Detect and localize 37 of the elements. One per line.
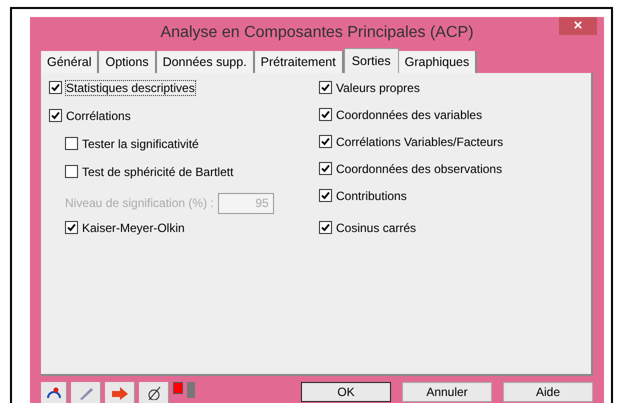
tab[interactable]: Sorties — [344, 48, 399, 73]
dialog-button[interactable]: Annuler — [402, 382, 492, 402]
tab[interactable]: Options — [99, 51, 157, 73]
checkbox[interactable] — [319, 135, 332, 148]
pencil-icon[interactable] — [71, 382, 101, 403]
checkbox[interactable] — [49, 109, 62, 122]
filter-icon[interactable] — [139, 382, 169, 403]
checkbox-label: Corrélations Variables/Facteurs — [336, 135, 504, 149]
checkbox-label: Test de sphéricité de Bartlett — [82, 165, 234, 179]
checkbox[interactable] — [319, 162, 332, 175]
checkbox[interactable] — [65, 137, 78, 150]
checkbox[interactable] — [65, 221, 78, 234]
checkbox[interactable] — [65, 165, 78, 178]
checkbox-label: Kaiser-Meyer-Olkin — [82, 221, 185, 235]
checkbox[interactable] — [319, 81, 332, 94]
checkbox[interactable] — [319, 108, 332, 121]
window-title: Analyse en Composantes Principales (ACP) — [160, 23, 474, 43]
checkbox-label: Cosinus carrés — [336, 221, 416, 235]
field-label: Niveau de signification (%) : — [65, 195, 214, 212]
checkbox[interactable] — [319, 221, 332, 234]
tab[interactable]: Prétraitement — [254, 51, 344, 73]
dialog-button[interactable]: Aide — [503, 382, 593, 402]
checkbox-label: Coordonnées des observations — [336, 162, 502, 176]
checkbox[interactable] — [49, 81, 62, 94]
tab[interactable]: Graphiques — [398, 51, 478, 73]
refresh-icon[interactable] — [41, 382, 67, 403]
checkbox-label: Statistiques descriptives — [66, 81, 195, 95]
dialog-button[interactable]: OK — [301, 382, 391, 402]
tab[interactable]: Général — [41, 51, 100, 73]
tab[interactable]: Données supp. — [156, 51, 255, 73]
checkbox-label: Tester la significativité — [82, 137, 199, 151]
checkbox[interactable] — [319, 189, 332, 202]
checkbox-label: Contributions — [336, 189, 407, 203]
checkbox-label: Valeurs propres — [336, 81, 420, 95]
checkbox-label: Coordonnées des variables — [336, 108, 482, 122]
close-button[interactable]: × — [559, 17, 597, 35]
checkbox-label: Corrélations — [66, 109, 131, 123]
